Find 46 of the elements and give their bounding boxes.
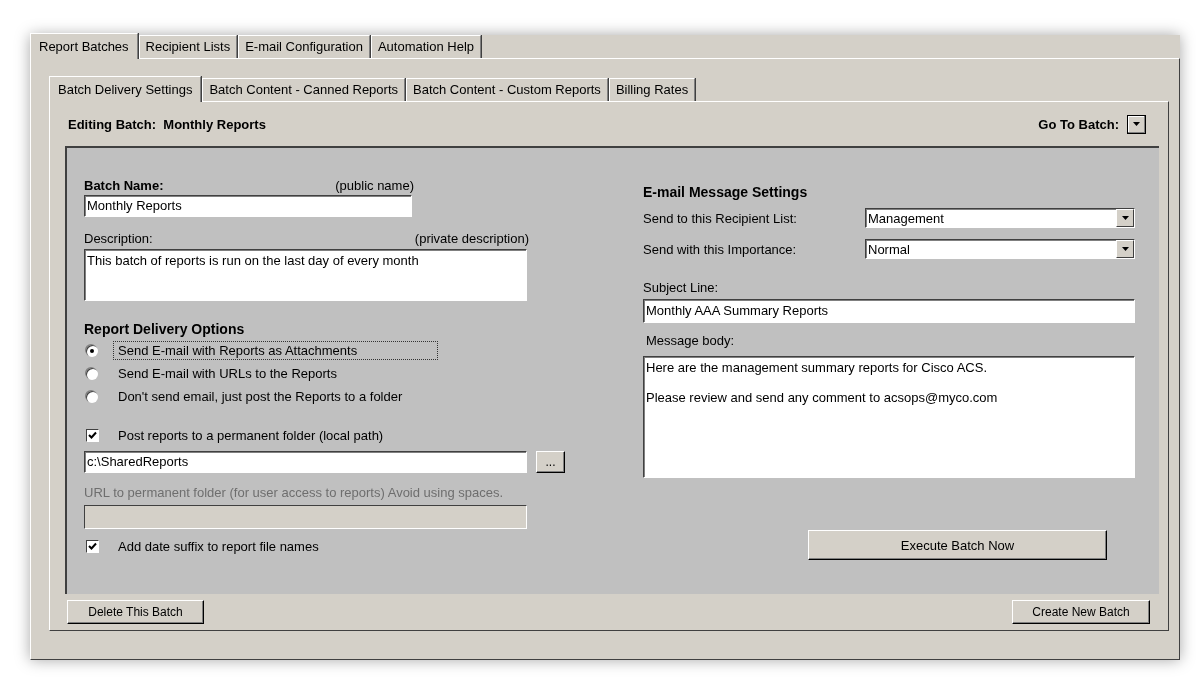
dropdown-field[interactable]: Management <box>865 208 1135 228</box>
go-to-batch-label: Go To Batch: <box>1038 116 1119 132</box>
field-label: Send to this Recipient List: <box>643 210 798 226</box>
radio-button[interactable] <box>86 367 98 380</box>
create-button[interactable]: Create New Batch <box>1012 600 1150 624</box>
subject-field[interactable]: Monthly AAA Summary Reports <box>643 299 1135 323</box>
dropdown-field[interactable]: Normal <box>865 239 1135 259</box>
field-label: Message body: <box>646 333 736 348</box>
field-label: Description: <box>84 231 153 248</box>
checkbox[interactable] <box>86 540 99 553</box>
field-label: URL to permanent folder (for user access to reports) Avoid using spaces. <box>84 485 505 500</box>
field-label: Subject Line: <box>643 280 720 295</box>
tab[interactable]: Batch Delivery Settings <box>49 76 202 102</box>
radio-button[interactable] <box>86 344 98 357</box>
delete-button[interactable]: Delete This Batch <box>67 600 204 624</box>
radio-label: Send E-mail with Reports as Attachments <box>113 341 439 360</box>
dropdown-button[interactable] <box>1127 114 1146 134</box>
batch-name-field[interactable]: Monthly Reports <box>84 195 412 217</box>
field-label: Batch Name: <box>84 178 164 195</box>
field-label: Send with this Importance: <box>643 241 798 257</box>
caret-icon <box>1133 122 1140 126</box>
caret-icon <box>1121 216 1129 220</box>
tab[interactable]: Batch Content - Custom Reports <box>406 78 608 101</box>
tab[interactable]: Automation Help <box>370 35 482 58</box>
tab[interactable]: Billing Rates <box>608 78 696 101</box>
radio-button[interactable] <box>86 390 98 403</box>
description-field[interactable]: This batch of reports is run on the last day of every month <box>84 249 527 301</box>
message-body-field[interactable]: Here are the management summary reports for Cisco ACS. Please review and send any comment to acsops@myco.com <box>643 356 1135 478</box>
radio-label: Don't send email, just post the Reports to a folder <box>117 388 404 406</box>
field-hint: (private description) <box>414 231 529 248</box>
tab[interactable]: E-mail Configuration <box>238 35 370 58</box>
folder-path-field[interactable]: c:\SharedReports <box>84 451 527 473</box>
tab[interactable]: Batch Content - Canned Reports <box>202 78 405 101</box>
section-title: E-mail Message Settings <box>643 184 809 200</box>
tab[interactable]: Report Batches <box>30 33 138 59</box>
tab[interactable]: Recipient Lists <box>138 35 238 58</box>
editing-batch-title: Editing Batch: Monthly Reports <box>68 116 266 132</box>
browse-button[interactable]: ... <box>536 451 565 473</box>
field-hint: (public name) <box>335 178 414 195</box>
checkbox-label: Post reports to a permanent folder (local path) <box>118 428 384 443</box>
section-title: Report Delivery Options <box>84 321 246 337</box>
execute-button[interactable]: Execute Batch Now <box>808 530 1107 560</box>
checkbox-label: Add date suffix to report file names <box>118 539 319 554</box>
checkbox[interactable] <box>86 429 99 442</box>
radio-label: Send E-mail with URLs to the Reports <box>117 365 338 383</box>
caret-icon <box>1121 247 1129 251</box>
